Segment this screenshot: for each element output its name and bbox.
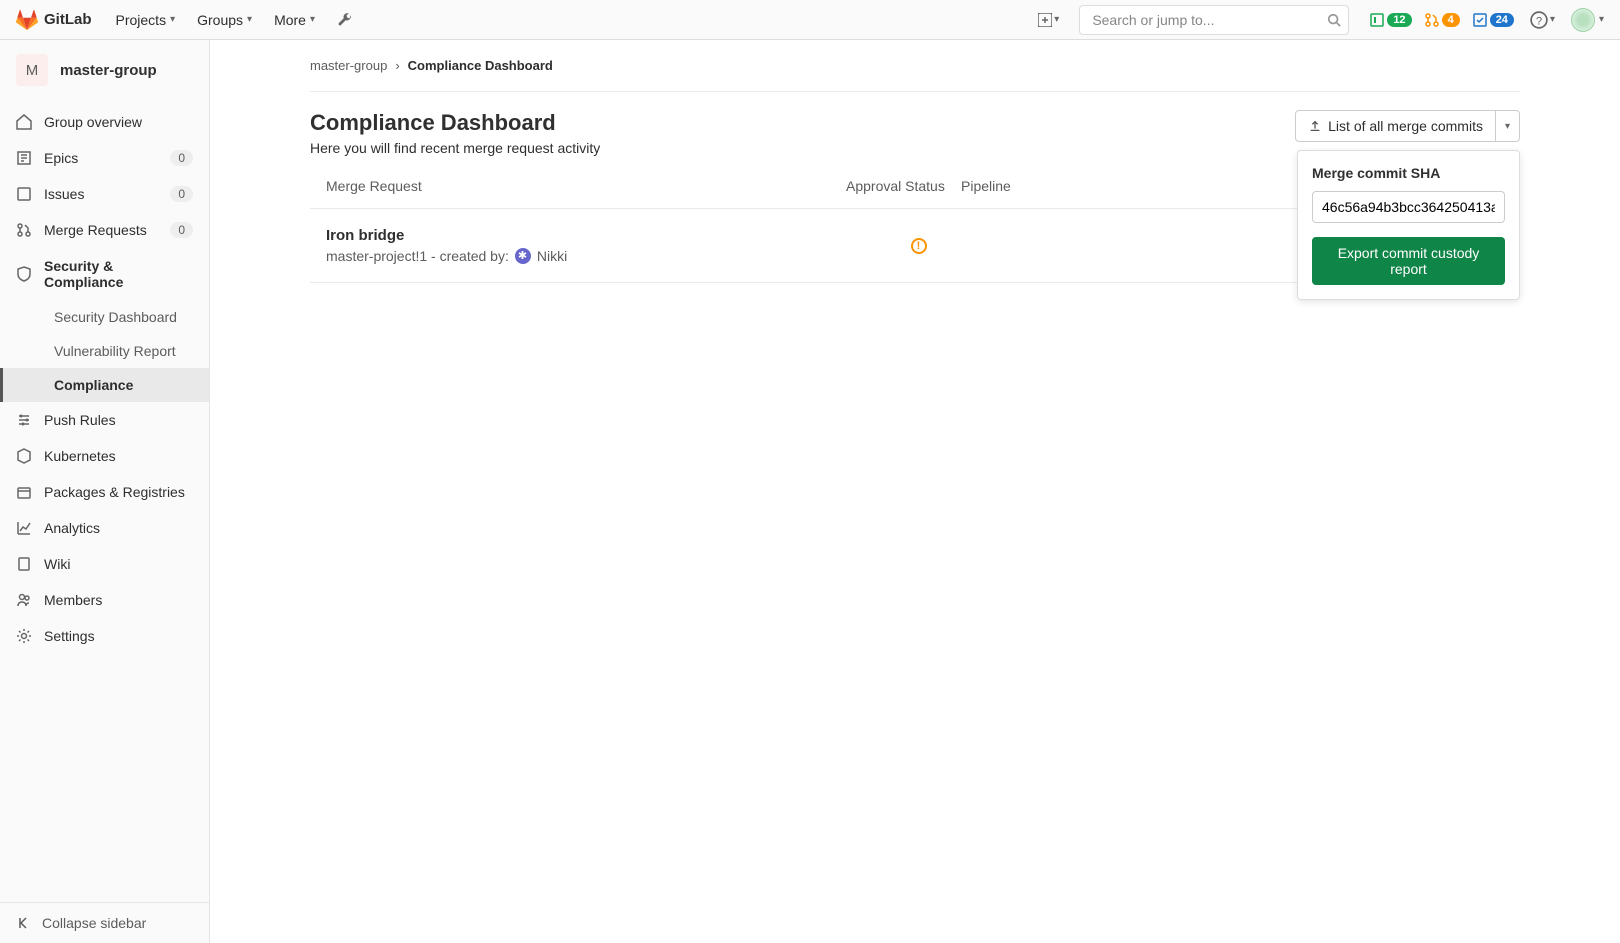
analytics-icon [16, 520, 32, 536]
upload-icon [1308, 119, 1322, 133]
shield-icon [16, 266, 32, 282]
col-header-approval: Approval Status [846, 178, 961, 194]
sidebar-item-issues[interactable]: Issues0 [0, 176, 209, 212]
sidebar-item-compliance[interactable]: Compliance [0, 368, 209, 402]
page-title: Compliance Dashboard [310, 110, 600, 136]
sidebar-header[interactable]: M master-group [0, 40, 209, 100]
sidebar-item-vulnerability-report[interactable]: Vulnerability Report [38, 334, 209, 368]
mr-cell: Iron bridge master-project!1 - created b… [326, 227, 846, 264]
issues-badge[interactable]: 12 [1369, 12, 1411, 28]
group-name: master-group [60, 62, 157, 79]
export-button-group: List of all merge commits ▾ [1295, 110, 1520, 142]
book-icon [16, 556, 32, 572]
chevron-down-icon: ▾ [170, 14, 175, 25]
mr-title[interactable]: Iron bridge [326, 227, 846, 244]
page-header: Compliance Dashboard Here you will find … [310, 92, 1520, 164]
plus-square-icon [1038, 13, 1052, 27]
package-icon [16, 484, 32, 500]
export-dropdown-panel: Merge commit SHA Export commit custody r… [1297, 150, 1520, 300]
sidebar-item-epics[interactable]: Epics0 [0, 140, 209, 176]
mr-author[interactable]: Nikki [537, 248, 567, 264]
chevron-down-icon: ▾ [1599, 14, 1604, 25]
sidebar-item-push-rules[interactable]: Push Rules [0, 402, 209, 438]
group-avatar: M [16, 54, 48, 86]
export-custody-report-button[interactable]: Export commit custody report [1312, 237, 1505, 285]
breadcrumb-parent[interactable]: master-group [310, 58, 387, 73]
nav-projects[interactable]: Projects▾ [106, 6, 186, 34]
chevron-right-icon: › [395, 58, 399, 73]
chevron-down-icon: ▾ [1054, 14, 1059, 25]
kubernetes-icon [16, 448, 32, 464]
brand-text: GitLab [44, 11, 92, 28]
sidebar-item-security[interactable]: Security & Compliance [0, 248, 209, 300]
home-icon [16, 114, 32, 130]
list-merge-commits-button[interactable]: List of all merge commits [1295, 110, 1496, 142]
col-header-mr: Merge Request [326, 178, 846, 194]
page-description: Here you will find recent merge request … [310, 140, 600, 156]
main-content: master-group › Compliance Dashboard Comp… [210, 40, 1620, 943]
chevron-down-icon: ▾ [247, 14, 252, 25]
sidebar: M master-group Group overview Epics0 Iss… [0, 40, 210, 943]
nav-menu: Projects▾ Groups▾ More▾ [106, 6, 364, 34]
tanuki-icon [16, 9, 38, 31]
new-menu[interactable]: ▾ [1032, 9, 1065, 31]
sha-input[interactable] [1312, 191, 1505, 223]
sidebar-item-analytics[interactable]: Analytics [0, 510, 209, 546]
sidebar-item-merge-requests[interactable]: Merge Requests0 [0, 212, 209, 248]
admin-wrench[interactable] [327, 6, 363, 34]
sidebar-item-kubernetes[interactable]: Kubernetes [0, 438, 209, 474]
security-submenu: Security Dashboard Vulnerability Report … [0, 300, 209, 402]
sha-label: Merge commit SHA [1312, 165, 1505, 181]
members-icon [16, 592, 32, 608]
mrs-badge[interactable]: 4 [1424, 12, 1460, 28]
top-navbar: GitLab Projects▾ Groups▾ More▾ ▾ 12 4 24… [0, 0, 1620, 40]
sidebar-item-members[interactable]: Members [0, 582, 209, 618]
help-menu[interactable]: ?▾ [1530, 11, 1555, 29]
user-avatar-icon [1571, 8, 1595, 32]
collapse-icon [16, 915, 32, 931]
export-dropdown-toggle[interactable]: ▾ [1496, 110, 1520, 142]
sidebar-item-wiki[interactable]: Wiki [0, 546, 209, 582]
sidebar-item-security-dashboard[interactable]: Security Dashboard [38, 300, 209, 334]
epic-icon [16, 150, 32, 166]
page-actions: List of all merge commits ▾ Merge commit… [1295, 110, 1520, 142]
user-menu[interactable]: ▾ [1571, 8, 1604, 32]
gear-icon [16, 628, 32, 644]
merge-request-icon [1424, 12, 1440, 28]
search-wrap [1079, 5, 1349, 35]
sidebar-item-overview[interactable]: Group overview [0, 104, 209, 140]
nav-more[interactable]: More▾ [264, 6, 325, 34]
collapse-sidebar[interactable]: Collapse sidebar [0, 902, 209, 943]
gitlab-logo[interactable]: GitLab [16, 9, 92, 31]
todo-icon [1472, 12, 1488, 28]
sidebar-item-settings[interactable]: Settings [0, 618, 209, 654]
nav-groups[interactable]: Groups▾ [187, 6, 262, 34]
chevron-down-icon: ▾ [310, 14, 315, 25]
push-rules-icon [16, 412, 32, 428]
stat-badges: 12 4 24 [1369, 12, 1514, 28]
mr-meta: master-project!1 - created by: Nikki [326, 248, 846, 264]
search-input[interactable] [1079, 5, 1349, 35]
chevron-down-icon: ▾ [1550, 14, 1555, 25]
approval-cell: ! [846, 238, 991, 254]
question-icon: ? [1530, 11, 1548, 29]
todos-badge[interactable]: 24 [1472, 12, 1514, 28]
sidebar-item-packages[interactable]: Packages & Registries [0, 474, 209, 510]
issues-icon [16, 186, 32, 202]
svg-text:?: ? [1536, 15, 1542, 27]
warning-icon: ! [911, 238, 927, 254]
issue-icon [1369, 12, 1385, 28]
chevron-down-icon: ▾ [1505, 121, 1510, 132]
author-avatar-icon [515, 248, 531, 264]
merge-request-icon [16, 222, 32, 238]
sidebar-nav: Group overview Epics0 Issues0 Merge Requ… [0, 100, 209, 902]
breadcrumb-current: Compliance Dashboard [408, 58, 553, 73]
search-icon [1327, 13, 1341, 27]
breadcrumb: master-group › Compliance Dashboard [310, 40, 1520, 92]
wrench-icon [337, 12, 353, 28]
